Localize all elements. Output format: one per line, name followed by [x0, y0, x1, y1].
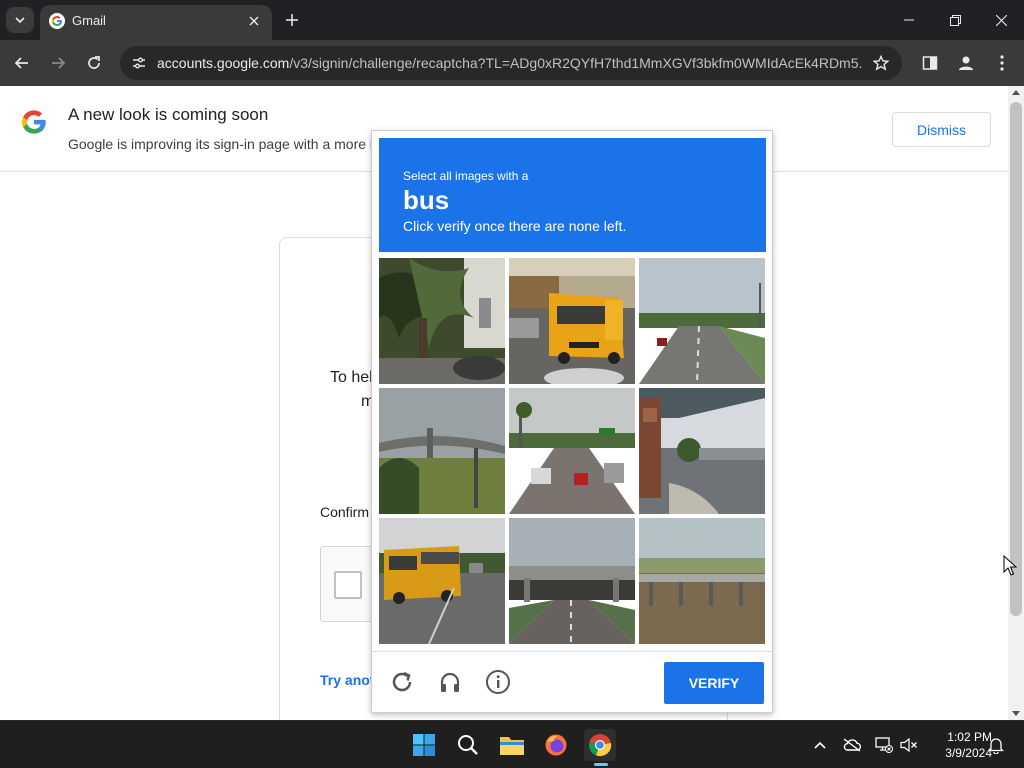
clock-date: 3/9/2024: [945, 746, 992, 760]
image-tile-2[interactable]: [509, 258, 635, 384]
try-another-way-link[interactable]: Try anot: [320, 672, 374, 688]
side-panel-icon[interactable]: [918, 51, 942, 75]
reload-icon[interactable]: [82, 51, 106, 75]
restore-icon[interactable]: [943, 8, 967, 32]
volume-muted-icon[interactable]: [899, 735, 919, 755]
reload-challenge-icon[interactable]: [388, 668, 416, 696]
browser-toolbar: accounts.google.com/v3/signin/challenge/…: [0, 40, 1024, 86]
clock-time: 1:02 PM: [947, 730, 992, 744]
page-scrollbar[interactable]: [1008, 86, 1024, 720]
image-tile-1[interactable]: [379, 258, 505, 384]
scroll-up-arrow-icon[interactable]: [1012, 90, 1020, 95]
system-clock[interactable]: 1:02 PM 3/9/2024: [922, 729, 992, 761]
onedrive-cloud-offline-icon[interactable]: [842, 735, 862, 755]
address-bar[interactable]: accounts.google.com/v3/signin/challenge/…: [120, 46, 902, 80]
back-arrow-icon[interactable]: [10, 51, 34, 75]
challenge-header: Select all images with a bus Click verif…: [379, 138, 766, 252]
image-tile-9[interactable]: [639, 518, 765, 644]
dismiss-button[interactable]: Dismiss: [892, 112, 991, 147]
close-window-icon[interactable]: [989, 8, 1013, 32]
scroll-thumb[interactable]: [1010, 102, 1022, 616]
google-favicon-icon: [49, 13, 65, 29]
url-text: accounts.google.com/v3/signin/challenge/…: [157, 55, 863, 71]
challenge-footer: VERIFY: [372, 651, 772, 713]
site-info-tune-icon[interactable]: [128, 52, 150, 74]
banner-title: A new look is coming soon: [68, 105, 269, 124]
tab-search-chevron-icon[interactable]: [6, 7, 34, 33]
windows-start-icon[interactable]: [408, 729, 440, 761]
more-menu-icon[interactable]: [990, 51, 1014, 75]
tab-close-icon[interactable]: [244, 11, 264, 31]
new-tab-plus-icon[interactable]: [282, 10, 302, 30]
url-host: accounts.google.com: [157, 55, 290, 71]
image-tile-7[interactable]: [379, 518, 505, 644]
image-tile-6[interactable]: [639, 388, 765, 514]
bookmark-star-icon[interactable]: [870, 52, 892, 74]
info-icon[interactable]: [484, 668, 512, 696]
windows-taskbar: 1:02 PM 3/9/2024: [0, 720, 1024, 768]
search-icon[interactable]: [452, 729, 484, 761]
active-app-indicator: [594, 763, 608, 766]
file-explorer-icon[interactable]: [496, 729, 528, 761]
mouse-pointer-icon: [1003, 555, 1017, 576]
tab-title: Gmail: [72, 13, 106, 28]
image-tile-8[interactable]: [509, 518, 635, 644]
verify-button[interactable]: VERIFY: [664, 662, 764, 704]
network-disconnected-icon[interactable]: [874, 735, 894, 755]
forward-arrow-icon[interactable]: [46, 51, 70, 75]
challenge-target-word: bus: [403, 185, 450, 215]
audio-challenge-headphones-icon[interactable]: [436, 668, 464, 696]
profile-avatar-icon[interactable]: [954, 51, 978, 75]
help-text-line1: To hel: [330, 369, 373, 386]
tab-gmail[interactable]: Gmail: [40, 5, 272, 40]
scroll-down-arrow-icon[interactable]: [1012, 711, 1020, 716]
image-tile-5[interactable]: [509, 388, 635, 514]
recaptcha-challenge-dialog: Select all images with a bus Click verif…: [371, 130, 773, 713]
tray-overflow-chevron-icon[interactable]: [810, 735, 830, 755]
banner-text: Google is improving its sign-in page wit…: [68, 136, 375, 152]
notification-bell-icon[interactable]: [986, 735, 1006, 755]
url-path: /v3/signin/challenge/recaptcha?TL=ADg0xR…: [289, 55, 863, 71]
challenge-instruction: Select all images with a: [403, 169, 529, 183]
chrome-icon[interactable]: [584, 729, 616, 761]
firefox-icon[interactable]: [540, 729, 572, 761]
image-grid: [379, 258, 766, 645]
image-tile-4[interactable]: [379, 388, 505, 514]
image-tile-3[interactable]: [639, 258, 765, 384]
recaptcha-checkbox[interactable]: [334, 571, 362, 599]
confirm-label: Confirm: [320, 504, 370, 520]
minimize-icon[interactable]: [897, 8, 921, 32]
challenge-subinstruction: Click verify once there are none left.: [403, 218, 627, 234]
tab-strip: Gmail: [0, 0, 1024, 40]
google-logo-icon: [21, 110, 46, 134]
